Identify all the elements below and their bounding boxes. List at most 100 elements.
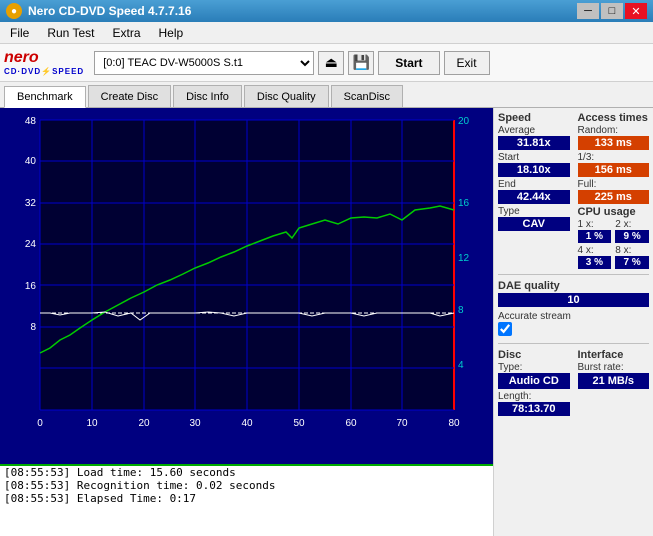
nero-logo-sub: CD·DVD⚡SPEED — [4, 67, 84, 76]
svg-text:80: 80 — [448, 418, 460, 429]
access-title: Access times — [578, 112, 650, 124]
dae-col: DAE quality 10 Accurate stream — [498, 280, 649, 338]
dae-section: DAE quality 10 Accurate stream — [498, 280, 649, 338]
window-title: Nero CD-DVD Speed 4.7.7.16 — [28, 4, 191, 18]
toolbar: nero CD·DVD⚡SPEED [0:0] TEAC DV-W5000S S… — [0, 44, 653, 82]
svg-text:16: 16 — [25, 281, 37, 292]
chart-container: 48 40 32 24 16 8 20 16 12 8 4 0 10 20 — [0, 108, 493, 536]
speed-section: Speed Average 31.81x Start 18.10x End 42… — [498, 112, 570, 269]
log-entry: [08:55:53] Load time: 15.60 seconds — [4, 466, 489, 479]
menu-help[interactable]: Help — [153, 24, 190, 42]
cpu-layout: 1 x: 1 % 4 x: 3 % 2 x: 9 % 8 x: 7 % — [578, 219, 650, 269]
disc-title: Disc — [498, 349, 570, 361]
type-value: CAV — [498, 217, 570, 231]
log-entry: [08:55:53] Recognition time: 0.02 second… — [4, 479, 489, 492]
end-value: 42.44x — [498, 190, 570, 204]
maximize-button[interactable]: □ — [601, 3, 623, 19]
minimize-button[interactable]: ─ — [577, 3, 599, 19]
cpu-title: CPU usage — [578, 206, 650, 218]
burst-rate-label: Burst rate: — [578, 362, 650, 373]
disc-interface-layout: Disc Type: Audio CD Length: 78:13.70 Int… — [498, 349, 649, 416]
nero-logo-text: nero — [4, 50, 84, 66]
svg-text:48: 48 — [25, 116, 37, 127]
cpu-8x-label: 8 x: — [615, 245, 649, 256]
menu-extra[interactable]: Extra — [106, 24, 146, 42]
cpu-col2: 2 x: 9 % 8 x: 7 % — [615, 219, 649, 269]
svg-text:32: 32 — [25, 198, 37, 209]
stats-panel: Speed Average 31.81x Start 18.10x End 42… — [493, 108, 653, 536]
log-area: [08:55:53] Load time: 15.60 seconds [08:… — [0, 464, 493, 536]
menu-run-test[interactable]: Run Test — [41, 24, 100, 42]
tab-bar: Benchmark Create Disc Disc Info Disc Qua… — [0, 82, 653, 108]
one-third-value: 156 ms — [578, 163, 650, 177]
svg-text:16: 16 — [458, 198, 470, 209]
tab-create-disc[interactable]: Create Disc — [88, 85, 171, 107]
cpu-2x-label: 2 x: — [615, 219, 649, 230]
dae-value: 10 — [498, 293, 649, 307]
svg-text:60: 60 — [345, 418, 357, 429]
svg-text:24: 24 — [25, 239, 37, 250]
start-value: 18.10x — [498, 163, 570, 177]
random-value: 133 ms — [578, 136, 650, 150]
full-label: Full: — [578, 179, 650, 190]
tab-benchmark[interactable]: Benchmark — [4, 86, 86, 108]
disc-length-label: Length: — [498, 391, 570, 402]
one-third-label: 1/3: — [578, 152, 650, 163]
svg-text:8: 8 — [30, 322, 36, 333]
svg-text:70: 70 — [396, 418, 408, 429]
type-label: Type — [498, 206, 570, 217]
disc-length-value: 78:13.70 — [498, 402, 570, 416]
disc-type-label: Type: — [498, 362, 570, 373]
svg-text:20: 20 — [458, 116, 470, 127]
cpu-col1: 1 x: 1 % 4 x: 3 % — [578, 219, 612, 269]
random-label: Random: — [578, 125, 650, 136]
dae-title: DAE quality — [498, 280, 649, 292]
close-button[interactable]: ✕ — [625, 3, 647, 19]
svg-text:10: 10 — [86, 418, 98, 429]
tab-scandisc[interactable]: ScanDisc — [331, 85, 403, 107]
cpu-4x-label: 4 x: — [578, 245, 612, 256]
start-label: Start — [498, 152, 570, 163]
svg-text:12: 12 — [458, 253, 470, 264]
nero-logo: nero CD·DVD⚡SPEED — [4, 50, 84, 76]
exit-button[interactable]: Exit — [444, 51, 490, 75]
save-button[interactable]: 💾 — [348, 51, 374, 75]
speed-title: Speed — [498, 112, 570, 124]
divider-1 — [498, 274, 649, 275]
accurate-stream-row — [498, 322, 649, 336]
svg-text:50: 50 — [293, 418, 305, 429]
divider-2 — [498, 343, 649, 344]
interface-section: Interface Burst rate: 21 MB/s — [578, 349, 650, 416]
burst-rate-value: 21 MB/s — [578, 373, 650, 389]
full-value: 225 ms — [578, 190, 650, 204]
menu-bar: File Run Test Extra Help — [0, 22, 653, 44]
eject-button[interactable]: ⏏ — [318, 51, 344, 75]
end-label: End — [498, 179, 570, 190]
tab-disc-info[interactable]: Disc Info — [173, 85, 242, 107]
cpu-1x-value: 1 % — [578, 230, 612, 243]
accurate-stream-label: Accurate stream — [498, 311, 649, 322]
speed-access-layout: Speed Average 31.81x Start 18.10x End 42… — [498, 112, 649, 269]
svg-text:20: 20 — [138, 418, 150, 429]
svg-text:30: 30 — [189, 418, 201, 429]
svg-text:40: 40 — [25, 156, 37, 167]
accurate-stream-checkbox[interactable] — [498, 322, 512, 336]
menu-file[interactable]: File — [4, 24, 35, 42]
cpu-1x-label: 1 x: — [578, 219, 612, 230]
chart-svg: 48 40 32 24 16 8 20 16 12 8 4 0 10 20 — [0, 114, 493, 464]
log-content[interactable]: [08:55:53] Load time: 15.60 seconds [08:… — [0, 466, 493, 536]
start-button[interactable]: Start — [378, 51, 439, 75]
average-label: Average — [498, 125, 570, 136]
app-icon: ● — [6, 3, 22, 19]
disc-section: Disc Type: Audio CD Length: 78:13.70 — [498, 349, 570, 416]
drive-selector[interactable]: [0:0] TEAC DV-W5000S S.t1 — [94, 51, 314, 75]
svg-text:40: 40 — [241, 418, 253, 429]
svg-text:0: 0 — [37, 418, 43, 429]
svg-text:8: 8 — [458, 305, 464, 316]
window-controls: ─ □ ✕ — [577, 3, 647, 19]
title-bar: ● Nero CD-DVD Speed 4.7.7.16 ─ □ ✕ — [0, 0, 653, 22]
cpu-2x-value: 9 % — [615, 230, 649, 243]
log-entry: [08:55:53] Elapsed Time: 0:17 — [4, 492, 489, 505]
interface-title: Interface — [578, 349, 650, 361]
tab-disc-quality[interactable]: Disc Quality — [244, 85, 329, 107]
